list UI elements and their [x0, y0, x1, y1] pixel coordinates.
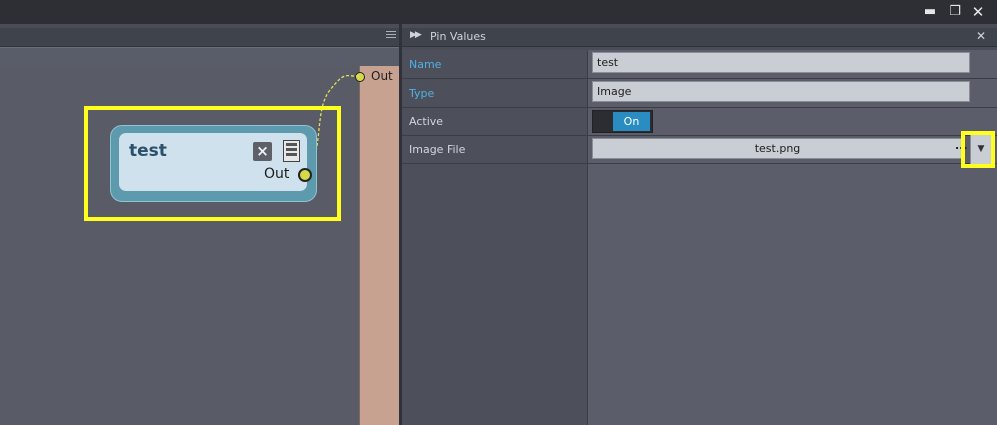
pin-values-header: ▶▶ Pin Values ✕ — [402, 28, 997, 47]
active-toggle[interactable]: On — [592, 110, 653, 133]
property-row-active: Active — [402, 107, 997, 136]
dropdown-highlight — [961, 131, 995, 168]
expand-arrows-icon[interactable]: ▶▶ — [410, 30, 422, 40]
minimize-icon[interactable]: ▬ — [922, 4, 938, 20]
graph-toolbar — [0, 47, 399, 67]
property-label: Type — [409, 87, 435, 100]
hamburger-menu-icon[interactable] — [386, 31, 396, 41]
output-pin-label: Out — [371, 69, 393, 83]
property-label: Image File — [409, 143, 466, 156]
name-field[interactable]: test — [592, 52, 970, 73]
toggle-on-label: On — [613, 112, 650, 131]
image-file-field[interactable]: test.png — [592, 138, 963, 159]
graph-panel-header — [0, 28, 399, 47]
property-label: Name — [409, 58, 442, 71]
close-icon[interactable]: ✕ — [970, 4, 986, 20]
node-highlight — [84, 106, 341, 221]
pin-values-title: Pin Values — [430, 30, 486, 43]
panel-close-icon[interactable]: ✕ — [976, 29, 986, 43]
property-label: Active — [409, 115, 444, 128]
type-field[interactable]: Image — [592, 81, 970, 102]
window-titlebar: ▬ ❐ ✕ — [0, 0, 997, 24]
restore-icon[interactable]: ❐ — [947, 4, 963, 20]
